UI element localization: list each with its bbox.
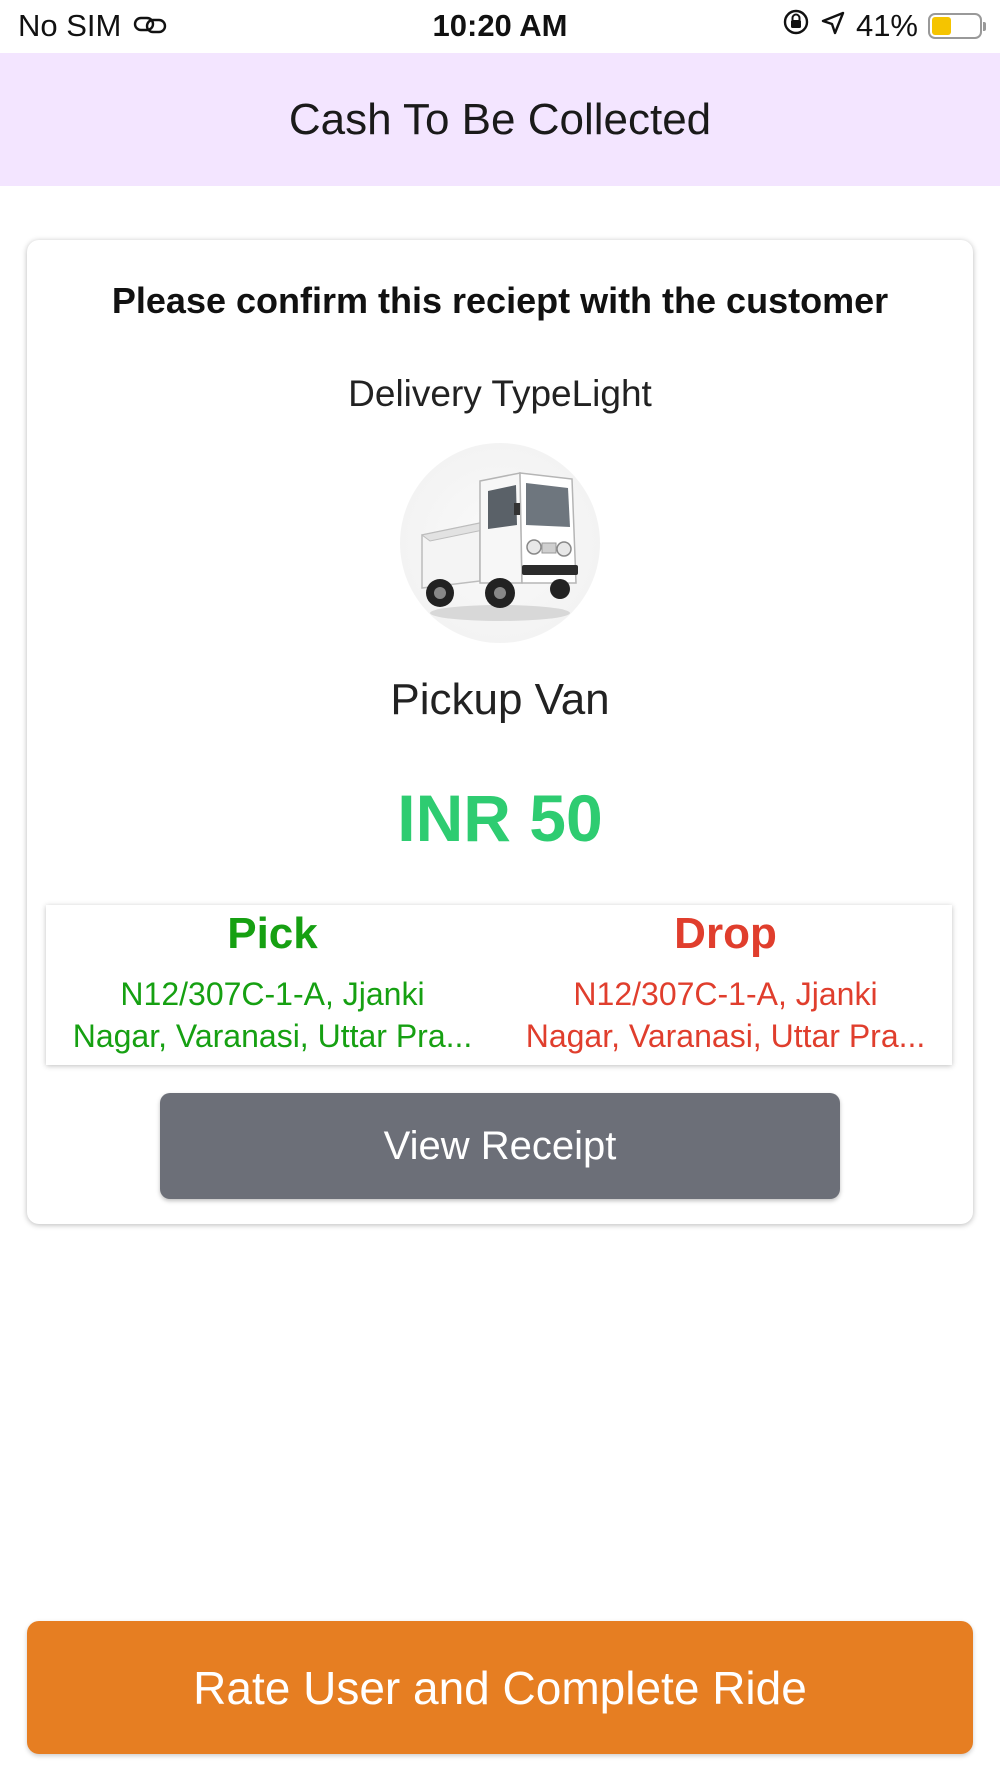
status-right: 41%: [782, 8, 986, 44]
confirm-instruction: Please confirm this reciept with the cus…: [111, 280, 889, 321]
battery-icon: [928, 13, 986, 39]
battery-percent: 41%: [855, 8, 918, 43]
battery-level: [932, 17, 951, 35]
pick-drop-panel: Pick N12/307C-1-A, Jjanki Nagar, Varanas…: [46, 905, 952, 1065]
drop-address: N12/307C-1-A, Jjanki Nagar, Varanasi, Ut…: [525, 976, 926, 1054]
rate-and-complete-ride-button[interactable]: Rate User and Complete Ride: [27, 1621, 973, 1754]
pick-address: N12/307C-1-A, Jjanki Nagar, Varanasi, Ut…: [72, 976, 473, 1054]
location-arrow-icon: [820, 8, 846, 44]
fare-amount: INR 50: [397, 781, 603, 855]
receipt-card: Please confirm this reciept with the cus…: [27, 240, 973, 1224]
view-receipt-button[interactable]: View Receipt: [160, 1093, 840, 1199]
drop-heading: Drop: [674, 909, 777, 958]
pick-location: Pick N12/307C-1-A, Jjanki Nagar, Varanas…: [46, 905, 499, 1065]
status-bar: No SIM 10:20 AM 41%: [0, 0, 1000, 53]
delivery-type-label: Delivery TypeLight: [348, 373, 652, 414]
drop-location: Drop N12/307C-1-A, Jjanki Nagar, Varanas…: [499, 905, 952, 1065]
pick-heading: Pick: [227, 909, 318, 958]
vehicle-name: Pickup Van: [390, 675, 610, 724]
pickup-van-image: [400, 443, 600, 643]
header-bar: Cash To Be Collected: [0, 53, 1000, 186]
orientation-lock-icon: [782, 8, 810, 44]
page-title: Cash To Be Collected: [288, 94, 712, 144]
